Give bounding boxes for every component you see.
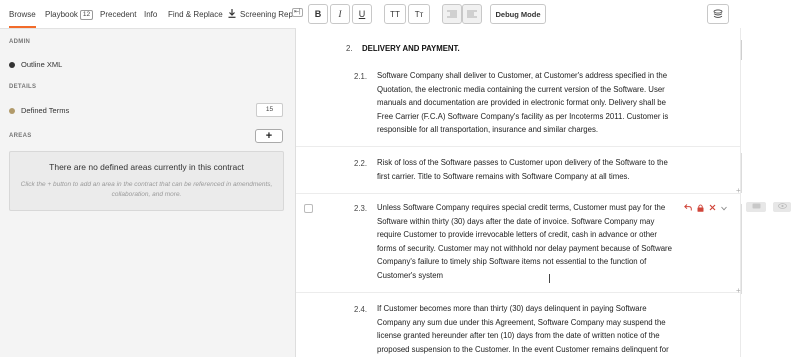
tab-screening-report[interactable]: Screening Repo <box>228 0 297 28</box>
clause-2-1[interactable]: Software Company shall deliver to Custom… <box>377 69 668 137</box>
eye-icon <box>777 203 787 211</box>
bold-button[interactable]: B <box>308 4 328 24</box>
titlecase-button[interactable]: Tт <box>408 4 430 24</box>
details-section-header: DETAILS <box>9 84 37 90</box>
clause-line: license granted hereunder after ten (10)… <box>377 331 660 341</box>
clause-divider <box>296 292 740 293</box>
tab-playbook[interactable]: Playbook 12 <box>45 0 94 28</box>
add-comment-icon[interactable]: + <box>736 286 741 295</box>
left-panel: ADMIN Outline XML DETAILS Defined Terms … <box>0 28 296 357</box>
clause-line: Unless Software Company requires special… <box>377 203 666 212</box>
lock-icon[interactable] <box>697 204 704 214</box>
tab-screening-report-label: Screening Repo <box>240 10 298 19</box>
clause-line: Customer's system <box>377 270 444 280</box>
comment-count-badge[interactable] <box>746 202 766 212</box>
clause-line: Company's failure to timely ship Softwar… <box>377 257 647 267</box>
tab-info-label: Info <box>144 10 158 19</box>
playbook-count-badge: 12 <box>79 10 94 20</box>
collapse-panel-button[interactable]: ⇤| <box>292 8 303 17</box>
download-icon <box>228 1 236 30</box>
tab-browse-label: Browse <box>9 10 36 19</box>
clause-2-2[interactable]: Risk of loss of the Software passes to C… <box>377 156 668 183</box>
admin-section-header: ADMIN <box>9 39 31 45</box>
document-editor[interactable]: 2. DELIVERY AND PAYMENT. 2.1. Software C… <box>296 28 740 357</box>
gutter-marker <box>741 153 742 193</box>
areas-empty-title: There are no defined areas currently in … <box>49 162 244 172</box>
uppercase-button[interactable]: TT <box>384 4 406 24</box>
chevron-down-icon[interactable] <box>720 204 727 213</box>
indent-increase-button[interactable] <box>462 4 482 24</box>
clause-divider <box>296 146 740 147</box>
clause-line: first carrier. Title to Software remains… <box>377 171 630 181</box>
clause-number: 2.4. <box>354 305 368 314</box>
clause-line: proposed suspension to the Customer. In … <box>377 344 669 354</box>
clause-number: 2.3. <box>354 204 368 213</box>
tab-find-replace-label: Find & Replace <box>168 10 223 19</box>
clause-line: Software within thirty (30) days after t… <box>377 216 655 226</box>
areas-empty-description: Click the + button to add an area in the… <box>20 181 273 198</box>
add-comment-icon[interactable]: + <box>736 186 741 195</box>
clause-divider <box>296 193 740 194</box>
tab-precedent[interactable]: Precedent <box>100 0 136 28</box>
italic-button[interactable]: I <box>330 4 350 24</box>
areas-empty-state: There are no defined areas currently in … <box>9 151 284 211</box>
section-number: 2. <box>346 44 353 53</box>
close-icon[interactable] <box>709 204 716 213</box>
clause-toolbar <box>681 202 729 215</box>
comment-icon <box>752 203 761 211</box>
gutter-marker <box>741 40 742 60</box>
gutter-marker <box>741 204 742 294</box>
outline-xml-label: Outline XML <box>21 60 63 69</box>
layers-button[interactable] <box>707 4 729 24</box>
clause-select-checkbox[interactable] <box>304 204 313 213</box>
defined-terms-item[interactable]: Defined Terms <box>9 106 69 115</box>
debug-mode-button[interactable]: Debug Mode <box>490 4 546 24</box>
indent-increase-icon <box>467 10 477 18</box>
clause-line: Free Carrier (F.C.A) Software Company's … <box>377 111 669 121</box>
clause-line: Quotation, the electronic media containi… <box>377 84 665 94</box>
text-cursor-icon <box>549 274 550 283</box>
clause-line: If Customer becomes more than thirty (30… <box>377 304 647 313</box>
clause-line: Software Company shall deliver to Custom… <box>377 71 668 80</box>
view-toggle-badge[interactable] <box>773 202 791 212</box>
clause-line: responsible for all transportation, insu… <box>377 125 599 135</box>
undo-icon[interactable] <box>683 204 692 213</box>
defined-terms-label: Defined Terms <box>21 106 70 115</box>
tab-find-replace[interactable]: Find & Replace <box>168 0 223 28</box>
top-toolbar: Browse Playbook 12 Precedent Info Find & … <box>0 0 800 28</box>
section-heading: DELIVERY AND PAYMENT. <box>362 44 460 53</box>
tab-info[interactable]: Info <box>144 0 157 28</box>
clause-line: forms of security. Customer may not with… <box>377 243 672 253</box>
underline-button[interactable]: U <box>352 4 372 24</box>
outline-dot-icon <box>9 61 15 68</box>
areas-section-header: AREAS <box>9 133 32 139</box>
clause-line: require Customer to provide irrevocable … <box>377 230 657 240</box>
tab-precedent-label: Precedent <box>100 10 137 19</box>
clause-number: 2.2. <box>354 159 368 168</box>
tab-browse[interactable]: Browse <box>9 0 36 28</box>
add-area-button[interactable]: + <box>255 129 283 143</box>
defined-terms-count: 15 <box>256 103 283 117</box>
indent-decrease-button[interactable] <box>442 4 462 24</box>
clause-number: 2.1. <box>354 72 368 81</box>
clause-line: Company any sum due under this Agreement… <box>377 317 666 327</box>
tab-playbook-label: Playbook <box>45 10 78 19</box>
clause-2-3[interactable]: Unless Software Company requires special… <box>377 201 672 283</box>
defined-terms-dot-icon <box>9 107 15 114</box>
layers-icon <box>713 9 723 19</box>
indent-decrease-icon <box>447 10 457 18</box>
clause-line: Risk of loss of the Software passes to C… <box>377 158 668 167</box>
clause-line: manuals and documentation are provided i… <box>377 98 666 108</box>
outline-xml-item[interactable]: Outline XML <box>9 60 62 69</box>
clause-2-4[interactable]: If Customer becomes more than thirty (30… <box>377 302 669 356</box>
annotation-gutter: + + <box>736 28 800 357</box>
